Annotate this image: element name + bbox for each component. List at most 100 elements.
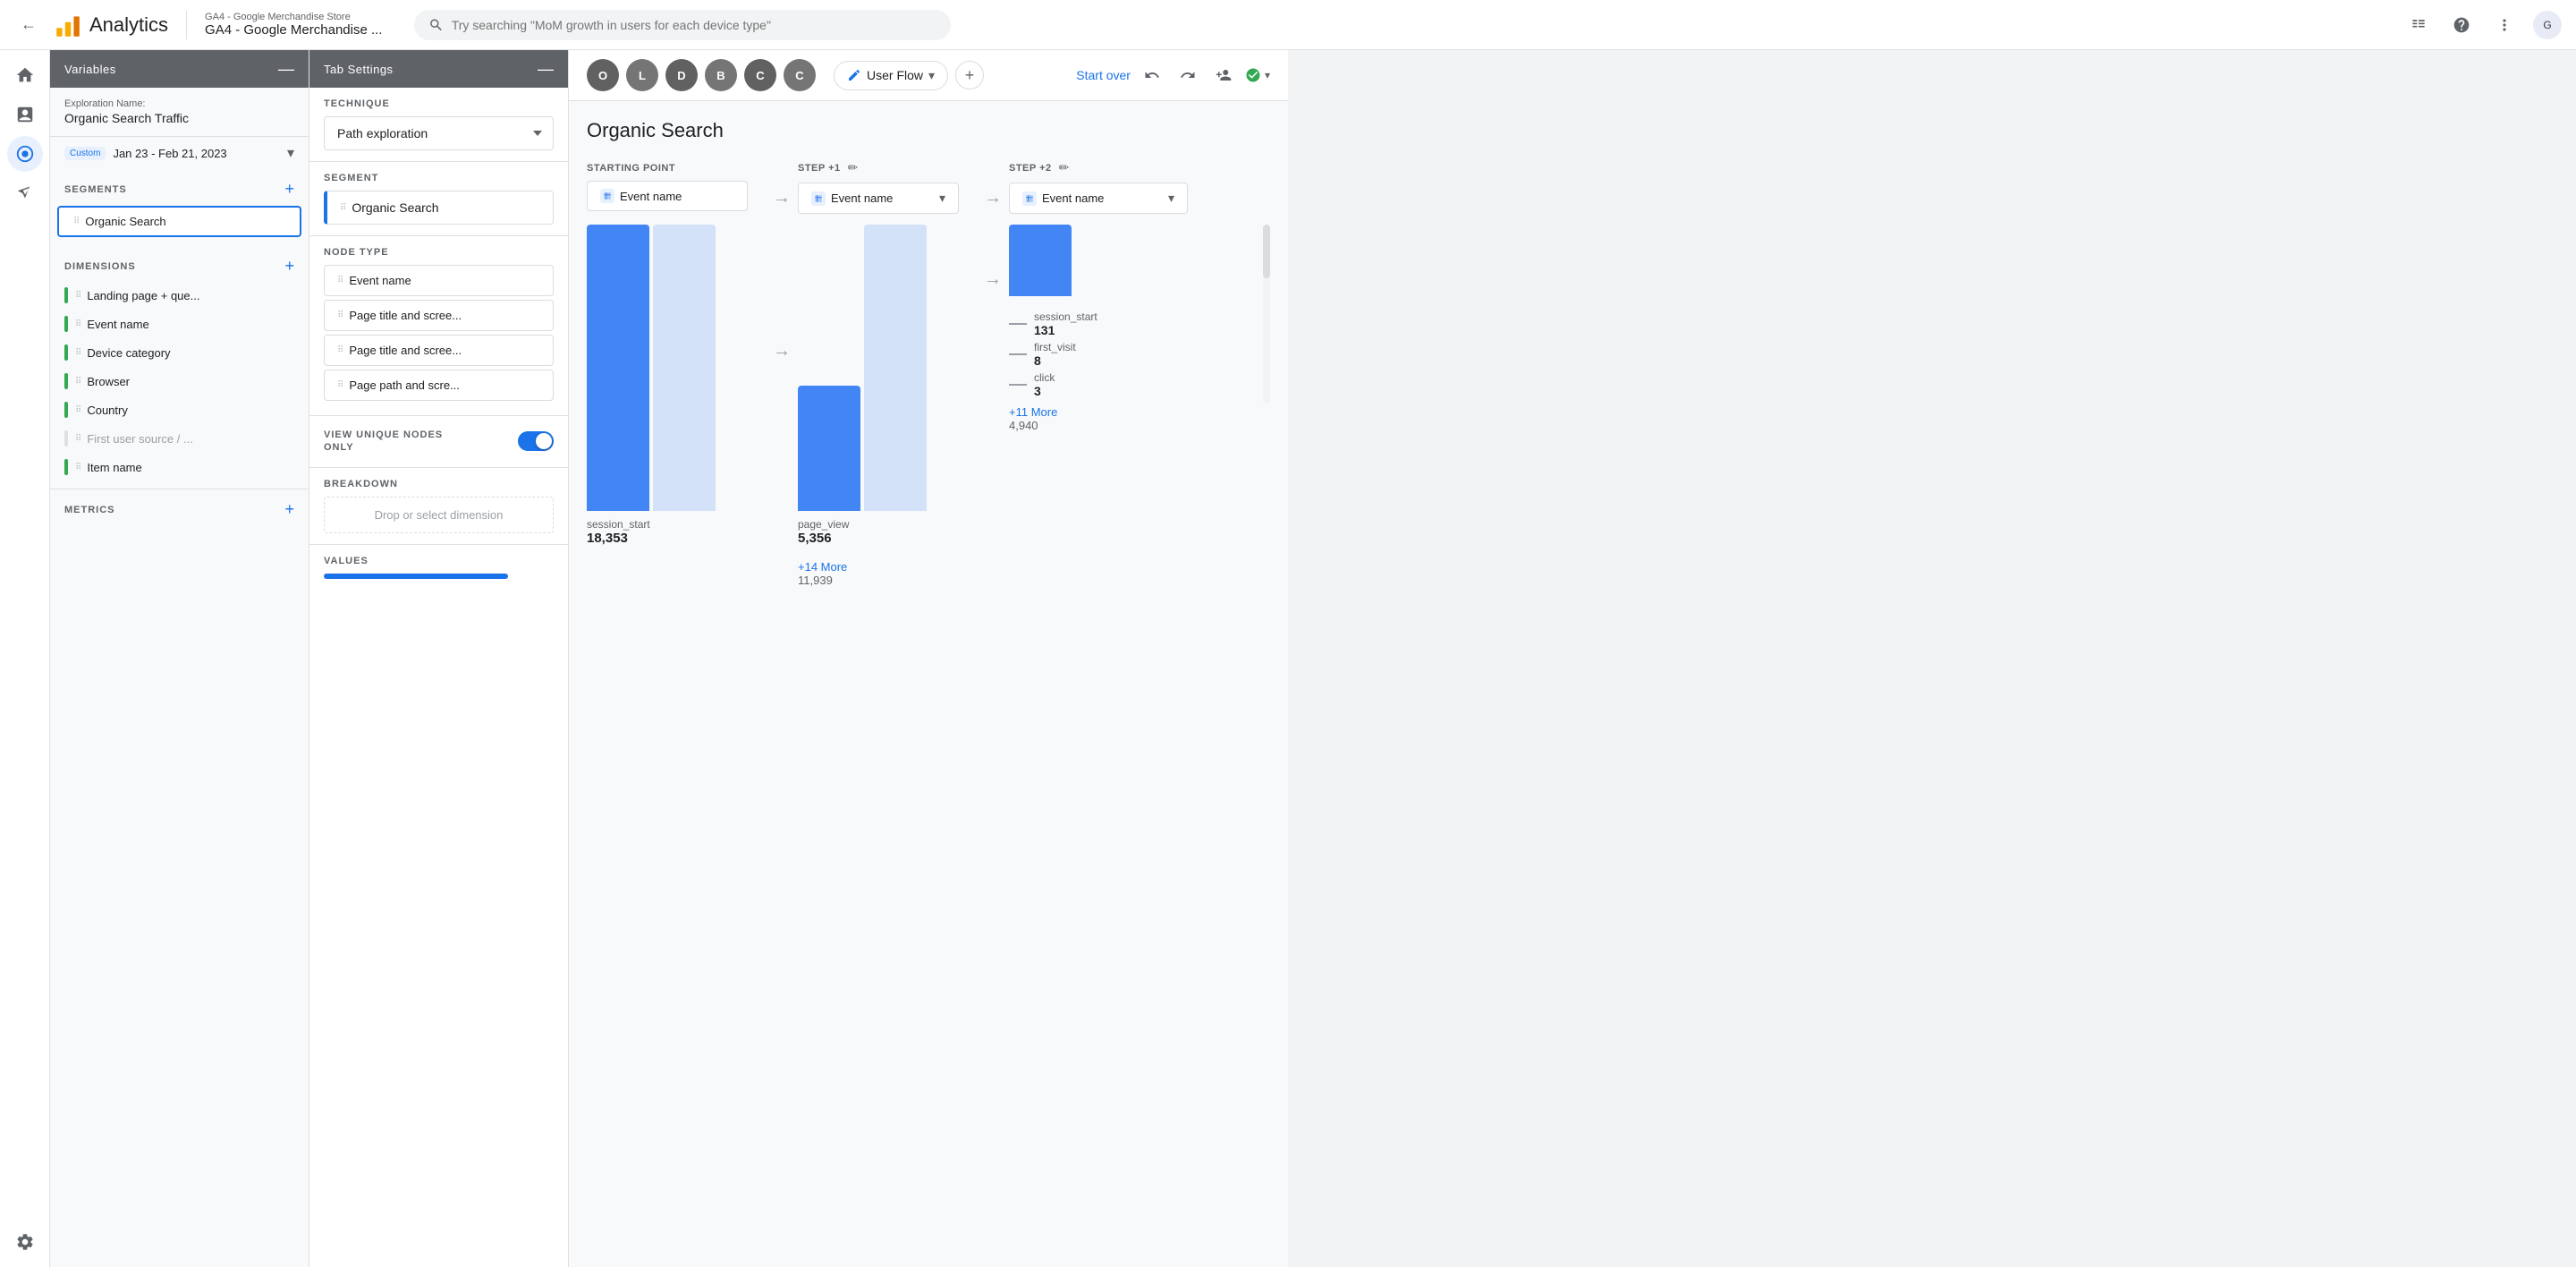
sidebar-item-explore[interactable]	[7, 136, 43, 172]
step1-top-node-name: page_view	[798, 518, 977, 531]
dimensions-section-header: DIMENSIONS +	[50, 246, 309, 281]
sidebar-item-reports[interactable]	[7, 97, 43, 132]
step2-node-2: click 3	[1009, 371, 1188, 398]
segment-item-organic-search[interactable]: ⠿ Organic Search	[57, 206, 301, 237]
node-type-item-0[interactable]: ⠿ Event name	[324, 265, 554, 296]
technique-badge-label: User Flow	[867, 68, 923, 82]
step2-more-link[interactable]: +11 More	[1009, 405, 1188, 419]
step2-more: +11 More 4,940	[1009, 405, 1188, 432]
sidebar-item-admin[interactable]	[7, 1224, 43, 1260]
dimension-item-event-name[interactable]: ⠿ Event name	[50, 310, 309, 338]
segment-tag-label: Organic Search	[352, 200, 438, 215]
search-input[interactable]	[452, 18, 937, 32]
dimension-item-device-category[interactable]: ⠿ Device category	[50, 338, 309, 367]
person-add-icon	[1216, 67, 1232, 83]
step2-node-value-2: 3	[1034, 384, 1055, 398]
start-over-button[interactable]: Start over	[1076, 68, 1131, 82]
tab-settings-panel-title: Tab Settings	[324, 63, 394, 76]
dimension-label: First user source / ...	[87, 432, 192, 446]
breakdown-label: BREAKDOWN	[324, 479, 554, 489]
step2-arrow-icon: →	[977, 188, 1009, 208]
date-range-selector[interactable]: Custom Jan 23 - Feb 21, 2023 ▾	[50, 136, 309, 169]
dimension-label: Landing page + que...	[87, 289, 199, 302]
node-type-label-2: Page title and scree...	[349, 344, 462, 357]
user-avatar-L[interactable]: L	[626, 59, 658, 91]
step1-header: STEP +1 ✏	[798, 160, 977, 175]
dimension-color-indicator	[64, 287, 68, 303]
node-type-item-2[interactable]: ⠿ Page title and scree...	[324, 335, 554, 366]
add-tab-button[interactable]: +	[955, 61, 984, 89]
step2-line-icon	[1009, 384, 1027, 386]
flow-content: Organic Search STARTING POINT Event name	[569, 101, 1288, 1267]
add-segment-button[interactable]: +	[284, 180, 294, 199]
sidebar-item-home[interactable]	[7, 57, 43, 93]
undo-button[interactable]	[1138, 61, 1166, 89]
segment-label: Organic Search	[85, 215, 165, 228]
back-button[interactable]: ←	[14, 11, 43, 39]
dimension-item-first-user-source[interactable]: ⠿ First user source / ...	[50, 424, 309, 453]
tab-settings-minimize-button[interactable]: —	[538, 61, 554, 77]
node-type-item-3[interactable]: ⠿ Page path and scre...	[324, 370, 554, 401]
segment-tag-organic-search[interactable]: ⠿ Organic Search	[324, 191, 554, 225]
view-unique-nodes-label: VIEW UNIQUE NODES ONLY	[324, 429, 443, 455]
avatar[interactable]: G	[2533, 11, 2562, 39]
step2-node-name-1: first_visit	[1034, 341, 1076, 353]
drag-handle-icon: ⠿	[75, 348, 80, 358]
technique-badge[interactable]: User Flow ▾	[834, 61, 948, 90]
step2-edit-button[interactable]: ✏	[1059, 160, 1070, 175]
step1-top-node-info: page_view 5,356	[798, 518, 977, 546]
node-type-item-1[interactable]: ⠿ Page title and scree...	[324, 300, 554, 331]
starting-point-value: 18,353	[587, 531, 766, 546]
step2-node-info: click 3	[1034, 371, 1055, 398]
add-metric-button[interactable]: +	[284, 500, 294, 519]
more-icon-button[interactable]	[2490, 11, 2519, 39]
dimension-item-item-name[interactable]: ⠿ Item name	[50, 453, 309, 481]
help-icon-button[interactable]	[2447, 11, 2476, 39]
dimension-item-landing-page[interactable]: ⠿ Landing page + que...	[50, 281, 309, 310]
step2-dimension-button[interactable]: Event name ▾	[1009, 183, 1188, 214]
starting-point-bars	[587, 225, 766, 511]
search-bar[interactable]	[414, 10, 951, 40]
dimension-icon	[1022, 191, 1037, 206]
breakdown-drop-zone[interactable]: Drop or select dimension	[324, 497, 554, 533]
user-avatar-O[interactable]: O	[587, 59, 619, 91]
drag-handle-icon: ⠿	[73, 217, 78, 226]
account-info[interactable]: GA4 - Google Merchandise Store GA4 - Goo…	[205, 12, 382, 38]
user-avatar-D[interactable]: D	[665, 59, 698, 91]
top-nav: ← Analytics GA4 - Google Merchandise Sto…	[0, 0, 2576, 50]
tab-settings-panel: Tab Settings — TECHNIQUE Path exploratio…	[309, 50, 569, 1267]
dimension-icon	[811, 191, 826, 206]
step1-flow: page_view 5,356 +14 More 11,939	[798, 225, 977, 587]
drag-handle-icon: ⠿	[75, 377, 80, 387]
variables-panel-header: Variables —	[50, 50, 309, 88]
dimension-item-country[interactable]: ⠿ Country	[50, 395, 309, 424]
step1-dimension-button[interactable]: Event name ▾	[798, 183, 959, 214]
steps-header-row: STARTING POINT Event name → STEP +1 ✏	[587, 160, 1270, 214]
node-type-label: NODE TYPE	[324, 247, 554, 258]
add-user-button[interactable]	[1209, 61, 1238, 89]
sidebar-item-advertising[interactable]	[7, 175, 43, 211]
scrollbar-track[interactable]	[1263, 225, 1270, 404]
dimension-label: Country	[87, 404, 128, 417]
drag-handle-icon: ⠿	[337, 276, 342, 285]
step2-line-icon	[1009, 323, 1027, 325]
saved-badge[interactable]: ▾	[1245, 67, 1270, 83]
step1-edit-button[interactable]: ✏	[848, 160, 859, 175]
variables-minimize-button[interactable]: —	[278, 61, 294, 77]
dimension-item-browser[interactable]: ⠿ Browser	[50, 367, 309, 395]
add-dimension-button[interactable]: +	[284, 257, 294, 276]
step2-node-value-0: 131	[1034, 323, 1097, 337]
step1-more-link[interactable]: +14 More	[798, 560, 977, 574]
technique-select[interactable]: Path exploration	[324, 116, 554, 150]
redo-button[interactable]	[1174, 61, 1202, 89]
step2-line-icon	[1009, 353, 1027, 355]
user-avatar-B[interactable]: B	[705, 59, 737, 91]
grid-icon-button[interactable]	[2404, 11, 2433, 39]
node-type-section: NODE TYPE ⠿ Event name ⠿ Page title and …	[309, 236, 568, 416]
user-avatar-C2[interactable]: C	[784, 59, 816, 91]
drag-handle-icon: ⠿	[337, 310, 342, 320]
scrollbar-thumb[interactable]	[1263, 225, 1270, 278]
starting-point-dimension-button[interactable]: Event name	[587, 181, 748, 211]
view-unique-nodes-toggle[interactable]	[518, 431, 554, 451]
user-avatar-C1[interactable]: C	[744, 59, 776, 91]
